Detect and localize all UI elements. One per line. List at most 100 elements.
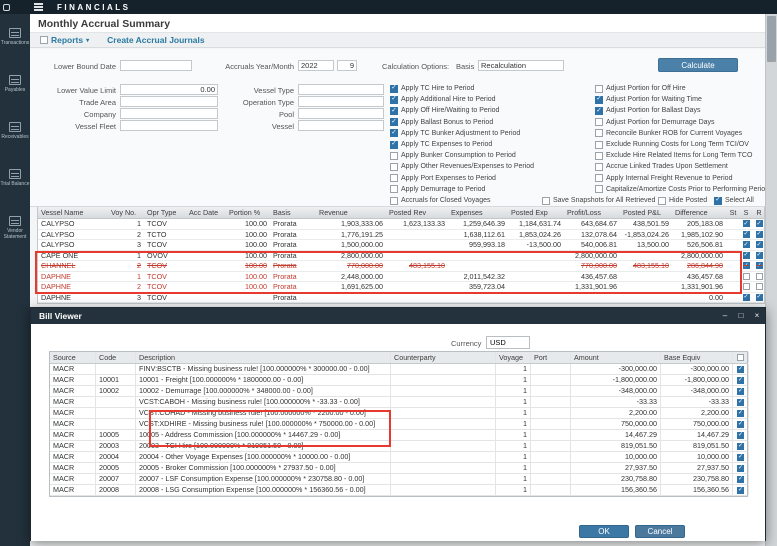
row-checkbox-r[interactable]	[756, 252, 763, 259]
sidebar-item-receivables[interactable]: Receivables	[0, 122, 30, 140]
checkbox-box[interactable]	[658, 197, 666, 205]
column-header[interactable]: Portion %	[226, 207, 270, 218]
bill-row[interactable]: MACRVCST:XDHIRE - Missing business rule!…	[50, 419, 747, 430]
column-header[interactable]: Expenses	[448, 207, 508, 218]
checkbox-apply-tc-expenses-to-period[interactable]: Apply TC Expenses to Period	[390, 140, 492, 149]
row-checkbox-s[interactable]	[743, 252, 750, 259]
checkbox-box[interactable]	[390, 107, 398, 115]
operation-type-input[interactable]	[298, 96, 384, 107]
cancel-button[interactable]: Cancel	[635, 525, 685, 538]
row-checkbox-r[interactable]	[756, 220, 763, 227]
column-header[interactable]: Base Equiv	[661, 352, 733, 363]
checkbox-apply-demurrage-to-period[interactable]: Apply Demurrage to Period	[390, 185, 485, 194]
row-checkbox-r[interactable]	[756, 283, 763, 290]
column-header[interactable]: Posted Rev	[386, 207, 448, 218]
column-header[interactable]: Description	[136, 352, 391, 363]
column-header[interactable]: Voy No.	[108, 207, 144, 218]
row-checkbox-s[interactable]	[743, 220, 750, 227]
checkbox-box[interactable]	[390, 152, 398, 160]
row-checkbox[interactable]	[737, 432, 744, 439]
column-header[interactable]: Acc Date	[186, 207, 226, 218]
row-checkbox-s[interactable]	[743, 294, 750, 301]
bill-row[interactable]: MACRVCST:COHAD - Missing business rule! …	[50, 408, 747, 419]
bill-row[interactable]: MACR2000320003 - TCI Hire [100.000000% *…	[50, 441, 747, 452]
column-header[interactable]: Revenue	[316, 207, 386, 218]
checkbox-apply-additional-hire-to-period[interactable]: Apply Additional Hire to Period	[390, 95, 496, 104]
checkbox-box[interactable]	[542, 197, 550, 205]
row-checkbox[interactable]	[737, 410, 744, 417]
basis-input[interactable]	[478, 60, 564, 71]
row-checkbox[interactable]	[737, 377, 744, 384]
maximize-button[interactable]: □	[733, 308, 749, 324]
checkbox-hide-posted[interactable]: Hide Posted	[658, 196, 707, 205]
row-checkbox[interactable]	[737, 399, 744, 406]
checkbox-box[interactable]	[595, 96, 603, 104]
checkbox-apply-internal-freight-revenue-to-period[interactable]: Apply Internal Freight Revenue to Period	[595, 174, 732, 183]
row-checkbox[interactable]	[737, 476, 744, 483]
table-row[interactable]: DAPHNE3TCOVProrata0.00	[38, 293, 764, 304]
currency-input[interactable]	[486, 336, 530, 349]
checkbox-reconcile-bunker-rob-for-current-voyages[interactable]: Reconcile Bunker ROB for Current Voyages	[595, 129, 742, 138]
bill-row[interactable]: MACR1000210002 - Demurrage [100.000000% …	[50, 386, 747, 397]
checkbox-accruals-for-closed-voyages[interactable]: Accruals for Closed Voyages	[390, 196, 491, 205]
checkbox-apply-tc-hire-to-period[interactable]: Apply TC Hire to Period	[390, 84, 474, 93]
lower-bound-date-input[interactable]	[120, 60, 192, 71]
checkbox-adjust-portion-for-waiting-time[interactable]: Adjust Portion for Waiting Time	[595, 95, 702, 104]
calculate-button[interactable]: Calculate	[658, 58, 738, 72]
checkbox-box[interactable]	[595, 107, 603, 115]
select-all-checkbox[interactable]	[737, 354, 744, 361]
column-header[interactable]: Difference	[672, 207, 726, 218]
checkbox-box[interactable]	[390, 141, 398, 149]
column-header[interactable]: Posted P&L	[620, 207, 672, 218]
vessel-input[interactable]	[298, 120, 384, 131]
column-header[interactable]: Vessel Name	[38, 207, 108, 218]
checkbox-select-all[interactable]: Select All	[714, 196, 754, 205]
checkbox-box[interactable]	[595, 141, 603, 149]
checkbox-apply-off-hire-waiting-to-period[interactable]: Apply Off Hire/Waiting to Period	[390, 106, 499, 115]
accruals-year-input[interactable]	[298, 60, 334, 71]
create-accrual-journals-button[interactable]: Create Accrual Journals	[107, 35, 204, 45]
column-header[interactable]: Counterparty	[391, 352, 496, 363]
close-button[interactable]: ×	[749, 308, 765, 324]
vessel-type-input[interactable]	[298, 84, 384, 95]
checkbox-box[interactable]	[390, 163, 398, 171]
checkbox-box[interactable]	[595, 185, 603, 193]
sidebar-item-vendor-statement[interactable]: Vendor Statement	[0, 216, 30, 240]
checkbox-box[interactable]	[390, 118, 398, 126]
row-checkbox-s[interactable]	[743, 231, 750, 238]
table-row[interactable]: CALYPSO2TCTO100.00Prorata1,776,191.251,6…	[38, 230, 764, 241]
checkbox-accrue-linked-trades-upon-settlement[interactable]: Accrue Linked Trades Upon Settlement	[595, 162, 728, 171]
table-row[interactable]: CALYPSO1TCOV100.00Prorata1,903,333.061,6…	[38, 219, 764, 230]
row-checkbox-r[interactable]	[756, 294, 763, 301]
row-checkbox-s[interactable]	[743, 273, 750, 280]
sidebar-item-transactions[interactable]: Transactions	[0, 28, 30, 46]
checkbox-adjust-portion-for-demurrage-days[interactable]: Adjust Portion for Demurrage Days	[595, 118, 715, 127]
checkbox-adjust-portion-for-off-hire[interactable]: Adjust Portion for Off Hire	[595, 84, 686, 93]
column-header[interactable]: Source	[50, 352, 96, 363]
row-checkbox[interactable]	[737, 454, 744, 461]
checkbox-box[interactable]	[595, 118, 603, 126]
table-row[interactable]: CAPE ONE1OVOV100.00Prorata2,800,000.002,…	[38, 251, 764, 262]
checkbox-capitalize-amortize-costs-prior-to-performing-period[interactable]: Capitalize/Amortize Costs Prior to Perfo…	[595, 185, 769, 194]
column-header[interactable]: Profit/Loss	[564, 207, 620, 218]
bill-row[interactable]: MACR1000510005 - Address Commission [100…	[50, 430, 747, 441]
bill-row[interactable]: MACRFINV:BSCTB - Missing business rule! …	[50, 364, 747, 375]
checkbox-exclude-running-costs-for-long-term-tci-ov[interactable]: Exclude Running Costs for Long Term TCI/…	[595, 140, 749, 149]
table-row[interactable]: CALYPSO3TCOV100.00Prorata1,500,000.00959…	[38, 240, 764, 251]
row-checkbox-s[interactable]	[743, 262, 750, 269]
checkbox-box[interactable]	[390, 185, 398, 193]
column-header[interactable]: Opr Type	[144, 207, 186, 218]
checkbox-adjust-portion-for-ballast-days[interactable]: Adjust Portion for Ballast Days	[595, 106, 701, 115]
table-row[interactable]: CHANNEL2TCOV100.00Prorata770,000.00483,1…	[38, 261, 764, 272]
column-header[interactable]: R	[752, 207, 766, 218]
checkbox-box[interactable]	[595, 129, 603, 137]
sidebar-item-payables[interactable]: Payables	[0, 75, 30, 93]
bill-row[interactable]: MACR2000520005 - Broker Commission [100.…	[50, 463, 747, 474]
row-checkbox[interactable]	[737, 366, 744, 373]
accruals-month-input[interactable]	[337, 60, 357, 71]
row-checkbox-r[interactable]	[756, 231, 763, 238]
row-checkbox-s[interactable]	[743, 283, 750, 290]
checkbox-box[interactable]	[714, 197, 722, 205]
sidebar-item-trial-balance[interactable]: Trial Balance	[0, 169, 30, 187]
checkbox-apply-ballast-bonus-to-period[interactable]: Apply Ballast Bonus to Period	[390, 118, 493, 127]
